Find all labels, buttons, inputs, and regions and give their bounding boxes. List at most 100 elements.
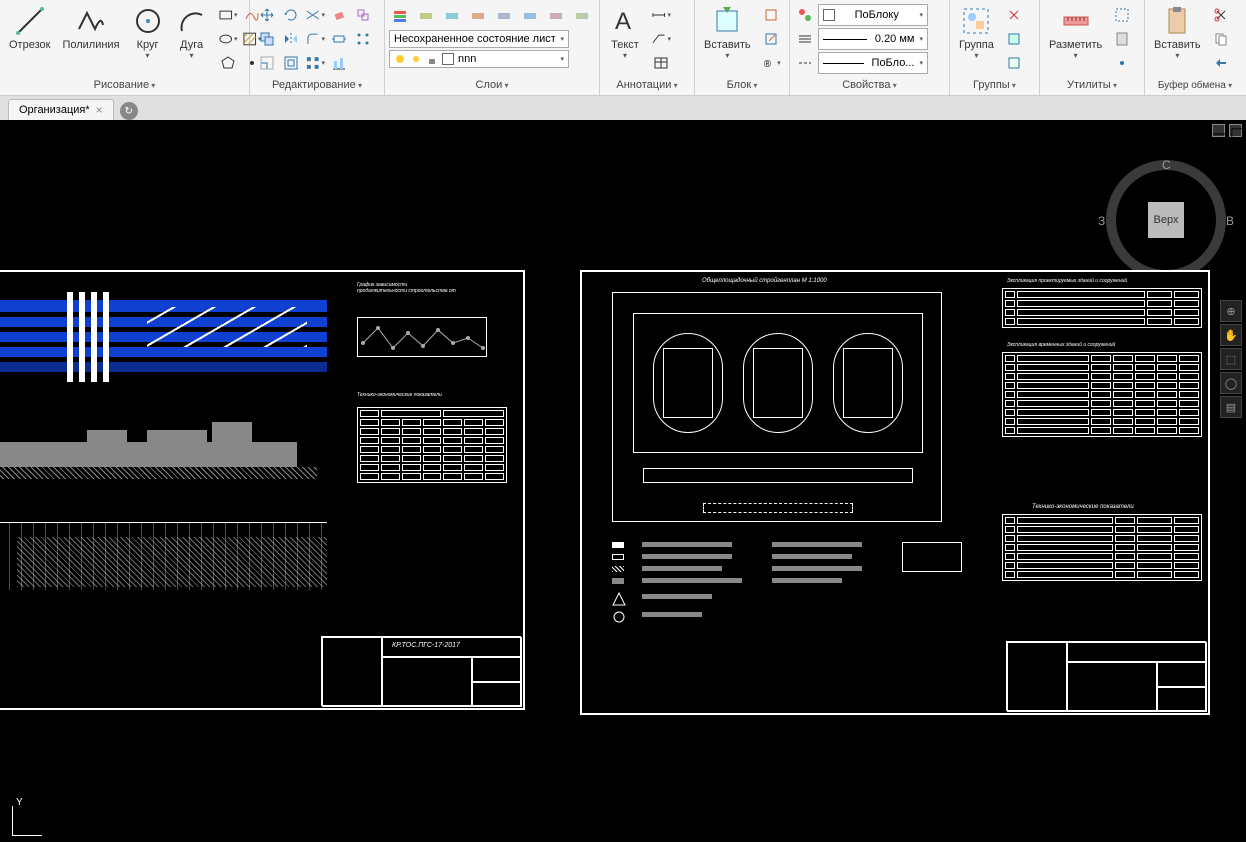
panel-layers-title[interactable]: Слои <box>389 77 595 93</box>
group-button[interactable]: Группа ▾ <box>954 2 999 63</box>
arrayrect-button[interactable]: ▾ <box>304 52 326 74</box>
arc-button[interactable]: Дуга ▾ <box>171 2 213 63</box>
insert-block-button[interactable]: Вставить ▾ <box>699 2 756 63</box>
panel-edit-title[interactable]: Редактирование <box>254 77 380 93</box>
sun-icon <box>410 53 422 65</box>
zoom-extents-button[interactable]: ⬚ <box>1220 348 1242 370</box>
layer-props-button[interactable] <box>389 5 411 27</box>
layer-off-button[interactable] <box>415 5 437 27</box>
layer-state-combo[interactable]: Несохраненное состояние листа ▾ <box>389 30 569 48</box>
tab-recycle-button[interactable]: ↻ <box>120 102 138 120</box>
select-all-button[interactable] <box>1111 4 1133 26</box>
paste-button[interactable]: Вставить ▾ <box>1149 2 1206 63</box>
panel-utilities-title[interactable]: Утилиты <box>1044 77 1140 93</box>
text-button[interactable]: A Текст ▾ <box>604 2 646 63</box>
erase-button[interactable] <box>328 4 350 26</box>
panel-properties: ПоБлоку ▾ 0.20 мм ▾ ПоБло... ▾ <box>790 0 950 95</box>
copy-clip-button[interactable] <box>1210 28 1232 50</box>
chevron-down-icon: ▾ <box>623 51 627 60</box>
match-button[interactable] <box>1210 52 1232 74</box>
explode-button[interactable] <box>352 4 374 26</box>
group-select-button[interactable] <box>1003 52 1025 74</box>
align-button[interactable] <box>328 52 350 74</box>
chevron-down-icon: ▾ <box>919 11 923 19</box>
stretch-button[interactable] <box>328 28 350 50</box>
polyline-button[interactable]: Полилиния <box>57 2 124 54</box>
circle-button[interactable]: Круг ▾ <box>127 2 169 63</box>
panel-groups-title[interactable]: Группы <box>954 77 1035 93</box>
table-button[interactable] <box>650 52 672 74</box>
match-props-button[interactable] <box>794 4 816 26</box>
viewcube-top[interactable]: Верх <box>1148 202 1184 238</box>
linetype-combo[interactable]: ПоБло... ▾ <box>818 52 928 74</box>
layer-current-combo[interactable]: nnn ▾ <box>389 50 569 68</box>
maximize-viewport-button[interactable]: ☐ <box>1229 124 1242 137</box>
lineweight-preview <box>823 39 867 40</box>
layer-match-button[interactable] <box>545 5 567 27</box>
file-tab-active[interactable]: Организация* × <box>8 99 114 120</box>
line-icon <box>14 5 46 37</box>
file-tab-label: Организация* <box>19 104 90 116</box>
util-grid <box>1109 2 1135 76</box>
viewcube[interactable]: Верх С З В <box>1106 160 1226 280</box>
scale-button[interactable] <box>256 52 278 74</box>
steering-wheel-button[interactable]: ⊕ <box>1220 300 1242 322</box>
polyline-icon <box>75 5 107 37</box>
chevron-down-icon: ▾ <box>725 51 729 60</box>
pan-button[interactable]: ✋ <box>1220 324 1242 346</box>
lt-button[interactable] <box>794 52 816 74</box>
edit-block-button[interactable] <box>760 28 782 50</box>
lw-button[interactable] <box>794 28 816 50</box>
chart-title: График зависимости продолжительности стр… <box>357 282 457 294</box>
svg-text:A: A <box>615 8 631 35</box>
ungroup-button[interactable] <box>1003 4 1025 26</box>
drawing-sheet-1: График зависимости продолжительности стр… <box>0 270 525 710</box>
copy-button[interactable] <box>256 28 278 50</box>
layer-lock-button[interactable] <box>467 5 489 27</box>
tek-table-1 <box>357 407 507 483</box>
group-edit-button[interactable] <box>1003 28 1025 50</box>
expl2-title: Экспликация временных зданий и сооружени… <box>1007 342 1115 348</box>
quick-calc-button[interactable] <box>1111 28 1133 50</box>
ellipse-button[interactable]: ▾ <box>217 28 239 50</box>
panel-block-title[interactable]: Блок <box>699 77 785 93</box>
attr-button[interactable]: ®▾ <box>760 52 782 74</box>
rotate-button[interactable] <box>280 4 302 26</box>
chevron-down-icon: ▾ <box>560 55 564 63</box>
panel-clipboard-title[interactable]: Буфер обмена <box>1149 78 1241 93</box>
array-button[interactable] <box>352 28 374 50</box>
layer-freeze-button[interactable] <box>441 5 463 27</box>
polygon-button[interactable] <box>217 52 239 74</box>
measure-button[interactable]: Разметить ▾ <box>1044 2 1107 63</box>
id-point-button[interactable] <box>1111 52 1133 74</box>
layer-state-button[interactable] <box>571 5 593 27</box>
panel-groups: Группа ▾ Группы <box>950 0 1040 95</box>
tek-title-2: Технико-экономические показатели <box>1032 504 1134 510</box>
showmotion-button[interactable]: ▤ <box>1220 396 1242 418</box>
panel-draw-title[interactable]: Рисование <box>4 77 245 93</box>
create-block-button[interactable] <box>760 4 782 26</box>
color-combo[interactable]: ПоБлоку ▾ <box>818 4 928 26</box>
trim-button[interactable]: ▾ <box>304 4 326 26</box>
layer-color-swatch <box>442 53 454 65</box>
lineweight-combo[interactable]: 0.20 мм ▾ <box>818 28 928 50</box>
drawing-canvas[interactable]: — ☐ Верх С З В ⊕ ✋ ⬚ ◯ ▤ <box>0 120 1246 842</box>
mirror-button[interactable] <box>280 28 302 50</box>
cut-button[interactable] <box>1210 4 1232 26</box>
leader-button[interactable]: ▾ <box>650 28 672 50</box>
minimize-viewport-button[interactable]: — <box>1212 124 1225 137</box>
line-button[interactable]: Отрезок <box>4 2 55 54</box>
dimension-button[interactable]: ▾ <box>650 4 672 26</box>
orbit-button[interactable]: ◯ <box>1220 372 1242 394</box>
rectangle-button[interactable]: ▾ <box>217 4 239 26</box>
close-icon[interactable]: × <box>96 103 103 117</box>
panel-annotations-title[interactable]: Аннотации <box>604 77 690 93</box>
fillet-button[interactable]: ▾ <box>304 28 326 50</box>
move-button[interactable] <box>256 4 278 26</box>
drawing-sheet-2: Общеплощадочный стройгенплан М 1:1000 <box>580 270 1210 715</box>
offset-button[interactable] <box>280 52 302 74</box>
tek-title-1: Технико-экономические показатели <box>357 392 442 398</box>
layer-iso-button[interactable] <box>493 5 515 27</box>
layer-prev-button[interactable] <box>519 5 541 27</box>
panel-properties-title[interactable]: Свойства <box>794 77 945 93</box>
